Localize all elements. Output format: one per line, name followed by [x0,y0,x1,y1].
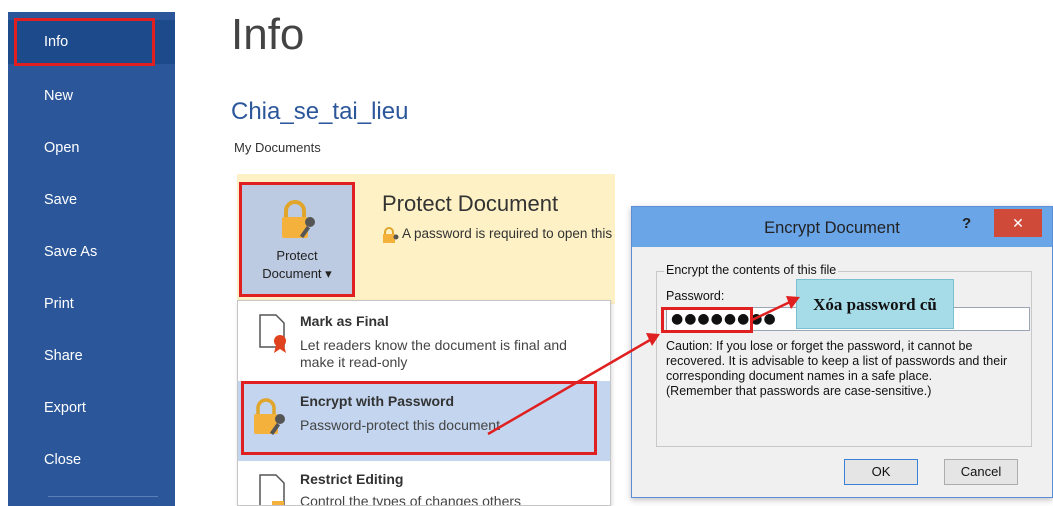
sidebar-item-label: Export [44,400,86,416]
sidebar-item-label: Save As [44,244,98,260]
sidebar-item-export[interactable]: Export [8,386,175,430]
ok-button[interactable]: OK [844,459,918,485]
close-button[interactable]: ✕ [994,209,1042,237]
protect-description-row: A password is required to open this docu… [380,224,616,246]
sidebar-item-close[interactable]: Close [8,438,175,482]
sidebar-item-label: Share [44,348,83,364]
cancel-button[interactable]: Cancel [944,459,1018,485]
sidebar-item-label: Close [44,452,82,468]
small-lock-icon [382,227,400,246]
page-title: Info [231,10,305,59]
sidebar-item-new[interactable]: New [8,74,175,118]
caution-text: Caution: If you lose or forget the passw… [666,339,1028,399]
menu-item-title: Mark as Final [300,313,389,329]
protect-description: A password is required to open this docu… [402,226,616,241]
backstage-sidebar: Info New Open Save Save As Print Share E… [8,12,175,506]
sidebar-item-label: Save [44,192,78,208]
help-icon[interactable]: ? [962,215,971,232]
highlight-box-password [661,307,753,333]
dialog-title: Encrypt Document [764,219,900,237]
group-label: Encrypt the contents of this file [664,263,839,277]
sidebar-item-open[interactable]: Open [8,126,175,170]
annotation-callout: Xóa password cũ [796,279,954,329]
highlight-box-protect [239,182,355,297]
document-ribbon-icon [258,313,290,358]
document-lock-icon [258,473,290,505]
highlight-box-info [14,18,155,66]
encrypt-document-dialog: Encrypt Document ? ✕ Encrypt the content… [631,206,1053,498]
sidebar-item-save-as[interactable]: Save As [8,230,175,274]
document-path: My Documents [234,140,321,155]
sidebar-item-label: Print [44,296,74,312]
case-sensitive-note: (Remember that passwords are case-sensit… [666,384,932,398]
caution-message: Caution: If you lose or forget the passw… [666,339,1008,383]
sidebar-item-share[interactable]: Share [8,334,175,378]
sidebar-item-label: Open [44,140,80,156]
sidebar-item-print[interactable]: Print [8,282,175,326]
protect-document-title: Protect Document [382,191,559,216]
menu-item-description: Control the types of changes others [300,493,522,506]
menu-item-mark-final[interactable]: Mark as Final Let readers know the docum… [238,301,610,379]
password-label: Password: [666,289,725,303]
sidebar-item-label: New [44,88,74,104]
menu-item-title: Restrict Editing [300,471,404,487]
menu-item-restrict-editing[interactable]: Restrict Editing Control the types of ch… [238,463,610,506]
highlight-box-encrypt [241,381,597,455]
sidebar-divider [48,496,158,497]
menu-item-description: Let readers know the document is final a… [300,337,567,370]
document-name: Chia_se_tai_lieu [231,98,409,125]
sidebar-item-save[interactable]: Save [8,178,175,222]
